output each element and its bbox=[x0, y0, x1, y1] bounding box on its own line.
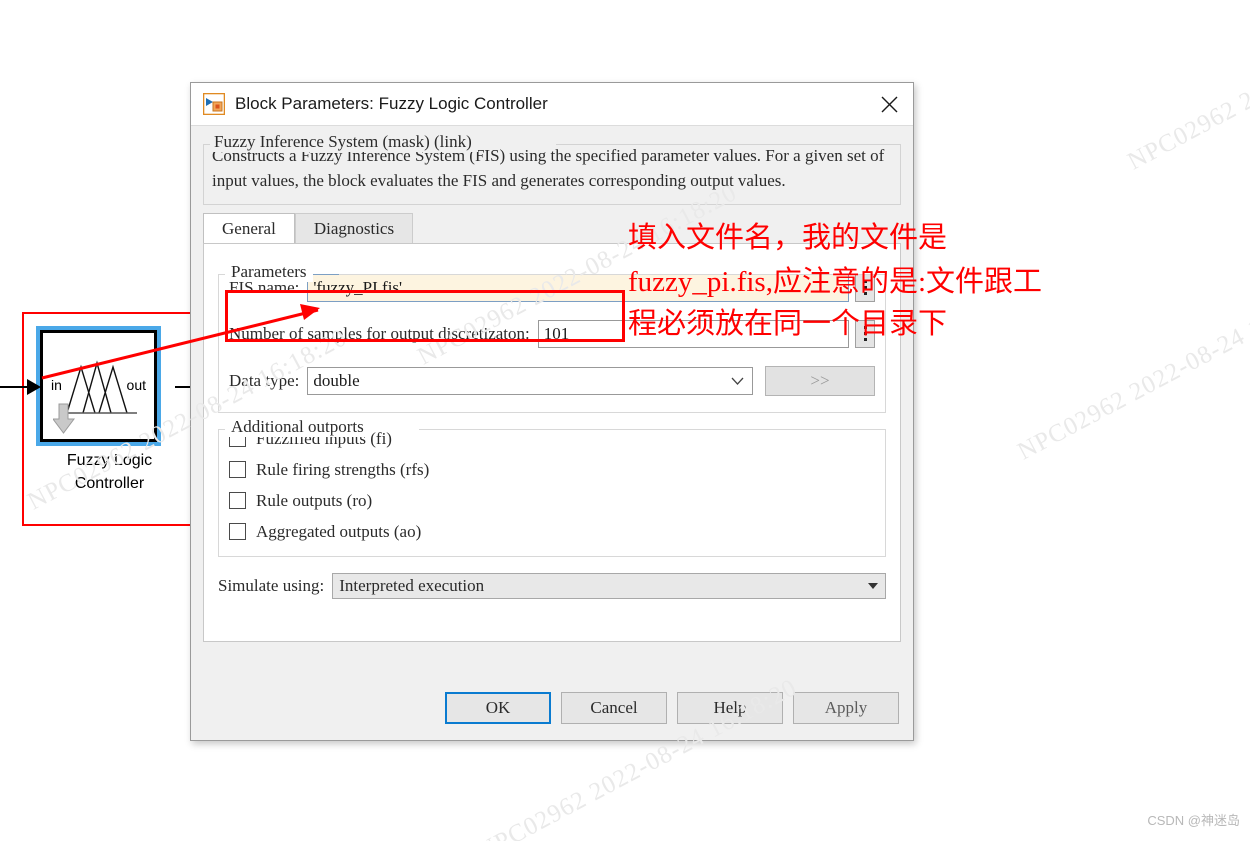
data-type-row: Data type: double >> bbox=[229, 365, 875, 396]
block-caption: Fuzzy Logic Controller bbox=[22, 450, 197, 495]
data-type-assistant-button[interactable]: >> bbox=[765, 365, 875, 396]
input-arrow-icon bbox=[27, 379, 41, 395]
tab-general[interactable]: General bbox=[203, 212, 295, 243]
help-button[interactable]: Help bbox=[677, 692, 783, 724]
samples-row: Number of samples for output discretizat… bbox=[229, 319, 875, 348]
close-button[interactable] bbox=[873, 89, 905, 119]
close-icon bbox=[881, 96, 897, 112]
tab-page-general: Parameters FIS name: Number of samples f… bbox=[203, 242, 901, 642]
samples-input[interactable] bbox=[537, 319, 849, 348]
parameters-legend: Parameters bbox=[225, 261, 313, 282]
checkbox-label-rule-firing-strengths: Rule firing strengths (rfs) bbox=[256, 459, 430, 479]
checkbox-row-rule-firing-strengths[interactable]: Rule firing strengths (rfs) bbox=[229, 460, 875, 480]
additional-outports-group: Additional outports Fuzzified inputs (fi… bbox=[218, 416, 886, 557]
fuzzy-logic-controller-block[interactable]: in out Fuzzy Logic Controller bbox=[22, 312, 197, 526]
block-caption-line2: Controller bbox=[74, 474, 145, 492]
cancel-button[interactable]: Cancel bbox=[561, 692, 667, 724]
watermark-text: NPC02962 2022-08-24 16:18:20 bbox=[1123, 0, 1250, 176]
screen-root: NPC02962 2022-08-24 16:18:20 NPC02962 20… bbox=[0, 0, 1250, 841]
checkbox-aggregated-outputs[interactable] bbox=[229, 523, 246, 541]
fis-name-options-button[interactable] bbox=[855, 273, 875, 302]
block-body[interactable]: in out bbox=[36, 326, 161, 446]
samples-label: Number of samples for output discretizat… bbox=[229, 323, 530, 343]
additional-outports-legend: Additional outports bbox=[225, 416, 370, 437]
checkbox-label-aggregated-outputs: Aggregated outputs (ao) bbox=[256, 521, 422, 541]
samples-options-button[interactable] bbox=[855, 319, 875, 348]
description-group: Fuzzy Inference System (mask) (link) Con… bbox=[203, 132, 901, 205]
checkbox-row-rule-outputs[interactable]: Rule outputs (ro) bbox=[229, 491, 875, 511]
block-parameters-dialog: Block Parameters: Fuzzy Logic Controller… bbox=[190, 82, 914, 741]
dialog-titlebar: Block Parameters: Fuzzy Logic Controller bbox=[191, 83, 913, 126]
fis-name-row: FIS name: bbox=[229, 273, 875, 302]
membership-function-icon bbox=[65, 360, 137, 414]
checkbox-rule-outputs[interactable] bbox=[229, 492, 246, 510]
chevron-down-icon bbox=[731, 377, 744, 385]
description-legend: Fuzzy Inference System (mask) (link) bbox=[210, 132, 478, 152]
caret-down-icon bbox=[868, 582, 878, 589]
block-port-in-label: in bbox=[51, 377, 62, 393]
block-caption-line1: Fuzzy Logic bbox=[66, 452, 153, 469]
tab-diagnostics[interactable]: Diagnostics bbox=[294, 212, 414, 243]
tabstrip: General Diagnostics bbox=[203, 212, 901, 243]
watermark-text: NPC02962 2022-08-24 16:18:20 bbox=[1013, 273, 1250, 466]
checkbox-row-aggregated-outputs[interactable]: Aggregated outputs (ao) bbox=[229, 522, 875, 542]
apply-button[interactable]: Apply bbox=[793, 692, 899, 724]
ok-button[interactable]: OK bbox=[445, 692, 551, 724]
dialog-title: Block Parameters: Fuzzy Logic Controller bbox=[235, 94, 548, 113]
simulate-using-value: Interpreted execution bbox=[339, 575, 485, 595]
data-type-label: Data type: bbox=[229, 370, 300, 390]
checkbox-rule-firing-strengths[interactable] bbox=[229, 461, 246, 479]
parameters-group: Parameters FIS name: Number of samples f… bbox=[218, 261, 886, 413]
data-type-value: double bbox=[313, 370, 360, 390]
dialog-footer: OK Cancel Help Apply bbox=[191, 676, 913, 740]
credit-watermark: CSDN @神迷岛 bbox=[1147, 813, 1240, 828]
fis-name-input[interactable] bbox=[307, 273, 849, 302]
simulate-using-row: Simulate using: Interpreted execution bbox=[218, 572, 886, 599]
simulate-using-select[interactable]: Interpreted execution bbox=[332, 572, 886, 599]
data-type-select[interactable]: double bbox=[307, 366, 753, 395]
simulink-block-icon bbox=[203, 93, 225, 115]
mask-down-arrow-icon bbox=[53, 403, 75, 434]
simulate-using-label: Simulate using: bbox=[218, 575, 325, 595]
checkbox-label-rule-outputs: Rule outputs (ro) bbox=[256, 490, 373, 510]
